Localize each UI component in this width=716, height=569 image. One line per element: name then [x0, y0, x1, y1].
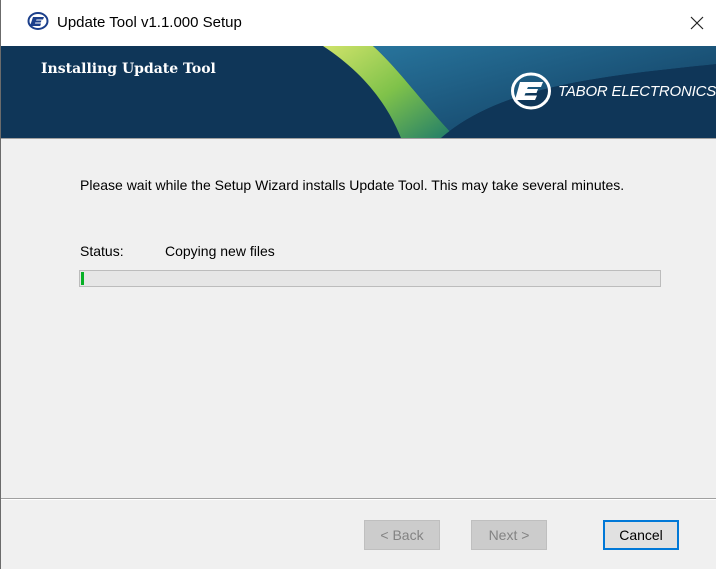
- header-banner: Installing Update Tool TABOR ELECTRONICS: [1, 46, 716, 138]
- tabor-e-icon: [27, 12, 49, 30]
- brand-name: TABOR ELECTRONICS: [558, 83, 716, 100]
- status-value: Copying new files: [165, 243, 275, 259]
- close-button[interactable]: [677, 4, 716, 42]
- cancel-button[interactable]: Cancel: [603, 520, 679, 550]
- install-message: Please wait while the Setup Wizard insta…: [80, 177, 625, 193]
- banner-divider: [1, 138, 716, 139]
- next-button[interactable]: Next >: [471, 520, 547, 550]
- progress-bar: [79, 270, 661, 287]
- progress-fill: [81, 272, 84, 285]
- tabor-electronics-logo: [511, 72, 551, 110]
- close-icon: [690, 16, 704, 30]
- title-bar[interactable]: Update Tool v1.1.000 Setup: [1, 0, 716, 46]
- setup-window: Update Tool v1.1.000 Setup Installing Up…: [0, 0, 716, 569]
- footer-divider-highlight: [1, 499, 716, 500]
- back-button[interactable]: < Back: [364, 520, 440, 550]
- status-label: Status:: [80, 243, 124, 259]
- banner-title: Installing Update Tool: [41, 61, 216, 77]
- window-title: Update Tool v1.1.000 Setup: [57, 14, 242, 31]
